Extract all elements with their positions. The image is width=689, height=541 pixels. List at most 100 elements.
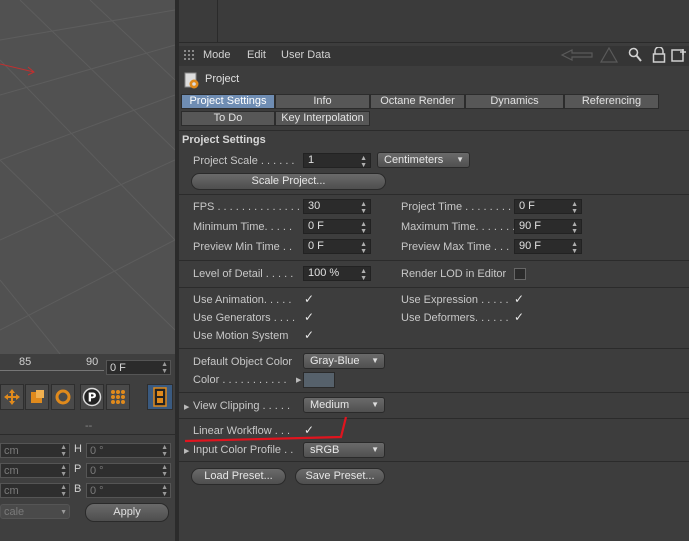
timeline-tick-90: 90 <box>86 356 99 368</box>
use-motion-label: Use Motion System <box>193 330 289 342</box>
coord-field-1[interactable]: cm ▲ ▼ <box>0 443 70 458</box>
current-frame-field[interactable]: 0 F ▲ ▼ <box>106 360 171 375</box>
input-profile-label: Input Color Profile . . <box>193 444 294 456</box>
section-divider <box>179 130 689 131</box>
expand-arrow-icon[interactable]: ▶ <box>296 376 301 384</box>
annotation-underline <box>184 416 348 443</box>
coord-b-field[interactable]: 0 ° ▲ ▼ <box>86 483 171 498</box>
scale-mode-dropdown[interactable]: cale ▼ <box>0 504 70 519</box>
tab-project-settings[interactable]: Project Settings <box>181 94 275 109</box>
scale-mode-value: cale <box>4 506 25 518</box>
project-scale-label: Project Scale . . . . . . <box>193 155 295 167</box>
tab-to-do[interactable]: To Do <box>181 111 275 126</box>
divider <box>179 287 689 288</box>
object-name: Project <box>205 73 240 85</box>
coord-p-value: 0 ° <box>90 465 104 477</box>
units-dropdown[interactable]: Centimeters ▼ <box>377 152 470 168</box>
menu-edit[interactable]: Edit <box>247 49 266 61</box>
coord-p-field[interactable]: 0 ° ▲ ▼ <box>86 463 171 478</box>
project-time-field[interactable]: 0 F ▲ ▼ <box>514 199 582 215</box>
timeline-ruler <box>0 370 104 371</box>
coord-b-value: 0 ° <box>90 485 104 497</box>
coords-header: -- <box>85 420 93 432</box>
tab-dynamics[interactable]: Dynamics <box>465 94 564 109</box>
input-profile-value: sRGB <box>310 444 340 456</box>
preview-max-field[interactable]: 90 F ▲ ▼ <box>514 239 582 255</box>
fps-value: 30 <box>308 200 321 212</box>
scale-tool-icon[interactable] <box>25 384 49 410</box>
lod-value: 100 % <box>308 267 340 279</box>
view-clipping-expand-icon[interactable]: ▶ <box>184 403 189 411</box>
preview-min-field[interactable]: 0 F ▲ ▼ <box>303 239 371 255</box>
divider <box>179 461 689 462</box>
coord-field-3[interactable]: cm ▲ ▼ <box>0 483 70 498</box>
project-time-label: Project Time . . . . . . . . <box>401 201 512 213</box>
new-window-icon[interactable] <box>671 47 687 66</box>
min-time-value: 0 F <box>308 220 324 232</box>
default-color-dropdown[interactable]: Gray-Blue ▼ <box>303 353 385 369</box>
color-label: Color . . . . . . . . . . . <box>193 374 287 386</box>
python-icon[interactable]: P <box>80 384 104 410</box>
use-expression-checkbox[interactable]: ✓ <box>514 293 526 305</box>
points-mode-icon[interactable] <box>106 384 130 410</box>
max-time-label: Maximum Time. . . . . . . <box>401 221 516 233</box>
use-generators-checkbox[interactable]: ✓ <box>304 311 316 323</box>
use-animation-checkbox[interactable]: ✓ <box>304 293 316 305</box>
load-preset-button[interactable]: Load Preset... <box>191 468 286 485</box>
tab-referencing[interactable]: Referencing <box>564 94 659 109</box>
axis-label-p: P <box>74 463 82 475</box>
coords-divider <box>0 434 175 435</box>
lod-label: Level of Detail . . . . . <box>193 268 294 280</box>
viewport-3d[interactable] <box>0 0 175 354</box>
back-arrow-icon[interactable] <box>560 48 594 65</box>
render-lod-label: Render LOD in Editor <box>401 268 507 280</box>
up-arrow-icon[interactable] <box>599 46 619 66</box>
coord-h-field[interactable]: 0 ° ▲ ▼ <box>86 443 171 458</box>
apply-button[interactable]: Apply <box>85 503 169 522</box>
default-color-value: Gray-Blue <box>310 355 360 367</box>
default-color-label: Default Object Color <box>193 356 293 368</box>
render-lod-checkbox[interactable] <box>514 268 526 280</box>
view-clipping-value: Medium <box>310 399 350 411</box>
coord-value: cm <box>4 485 19 497</box>
tab-info[interactable]: Info <box>275 94 370 109</box>
input-profile-dropdown[interactable]: sRGB ▼ <box>303 442 385 458</box>
menu-mode[interactable]: Mode <box>203 49 231 61</box>
rotate-tool-icon[interactable] <box>51 384 75 410</box>
grip-icon[interactable] <box>184 50 196 65</box>
color-swatch[interactable] <box>303 372 335 388</box>
divider <box>179 194 689 195</box>
project-scale-field[interactable]: 1 ▲ ▼ <box>303 153 371 169</box>
divider <box>179 392 689 393</box>
use-deformers-checkbox[interactable]: ✓ <box>514 311 526 323</box>
max-time-field[interactable]: 90 F ▲ ▼ <box>514 219 582 235</box>
tab-key-interpolation[interactable]: Key Interpolation <box>275 111 370 126</box>
menu-user-data[interactable]: User Data <box>281 49 331 61</box>
search-icon[interactable] <box>628 47 642 66</box>
lod-field[interactable]: 100 % ▲ ▼ <box>303 266 371 282</box>
use-deformers-label: Use Deformers. . . . . . <box>401 312 509 324</box>
object-manager-panel <box>179 0 689 43</box>
view-clipping-dropdown[interactable]: Medium ▼ <box>303 397 385 413</box>
film-icon[interactable] <box>147 384 173 410</box>
coord-value: cm <box>4 465 19 477</box>
use-expression-label: Use Expression . . . . . <box>401 294 509 306</box>
current-frame-value: 0 F <box>110 362 126 374</box>
axis-label-b: B <box>74 483 82 495</box>
viewport-grid <box>0 0 175 354</box>
use-motion-checkbox[interactable]: ✓ <box>304 329 316 341</box>
svg-text:P: P <box>88 391 97 405</box>
fps-field[interactable]: 30 ▲ ▼ <box>303 199 371 215</box>
tab-octane-render[interactable]: Octane Render <box>370 94 465 109</box>
min-time-field[interactable]: 0 F ▲ ▼ <box>303 219 371 235</box>
units-value: Centimeters <box>384 154 444 166</box>
save-preset-button[interactable]: Save Preset... <box>295 468 385 485</box>
scale-project-button[interactable]: Scale Project... <box>191 173 386 190</box>
coord-field-2[interactable]: cm ▲ ▼ <box>0 463 70 478</box>
project-scale-value: 1 <box>308 154 315 166</box>
section-title: Project Settings <box>182 134 266 146</box>
input-profile-expand-icon[interactable]: ▶ <box>184 447 189 455</box>
move-tool-icon[interactable] <box>0 384 24 410</box>
preview-max-value: 90 F <box>519 240 542 252</box>
lock-icon[interactable] <box>652 46 666 66</box>
